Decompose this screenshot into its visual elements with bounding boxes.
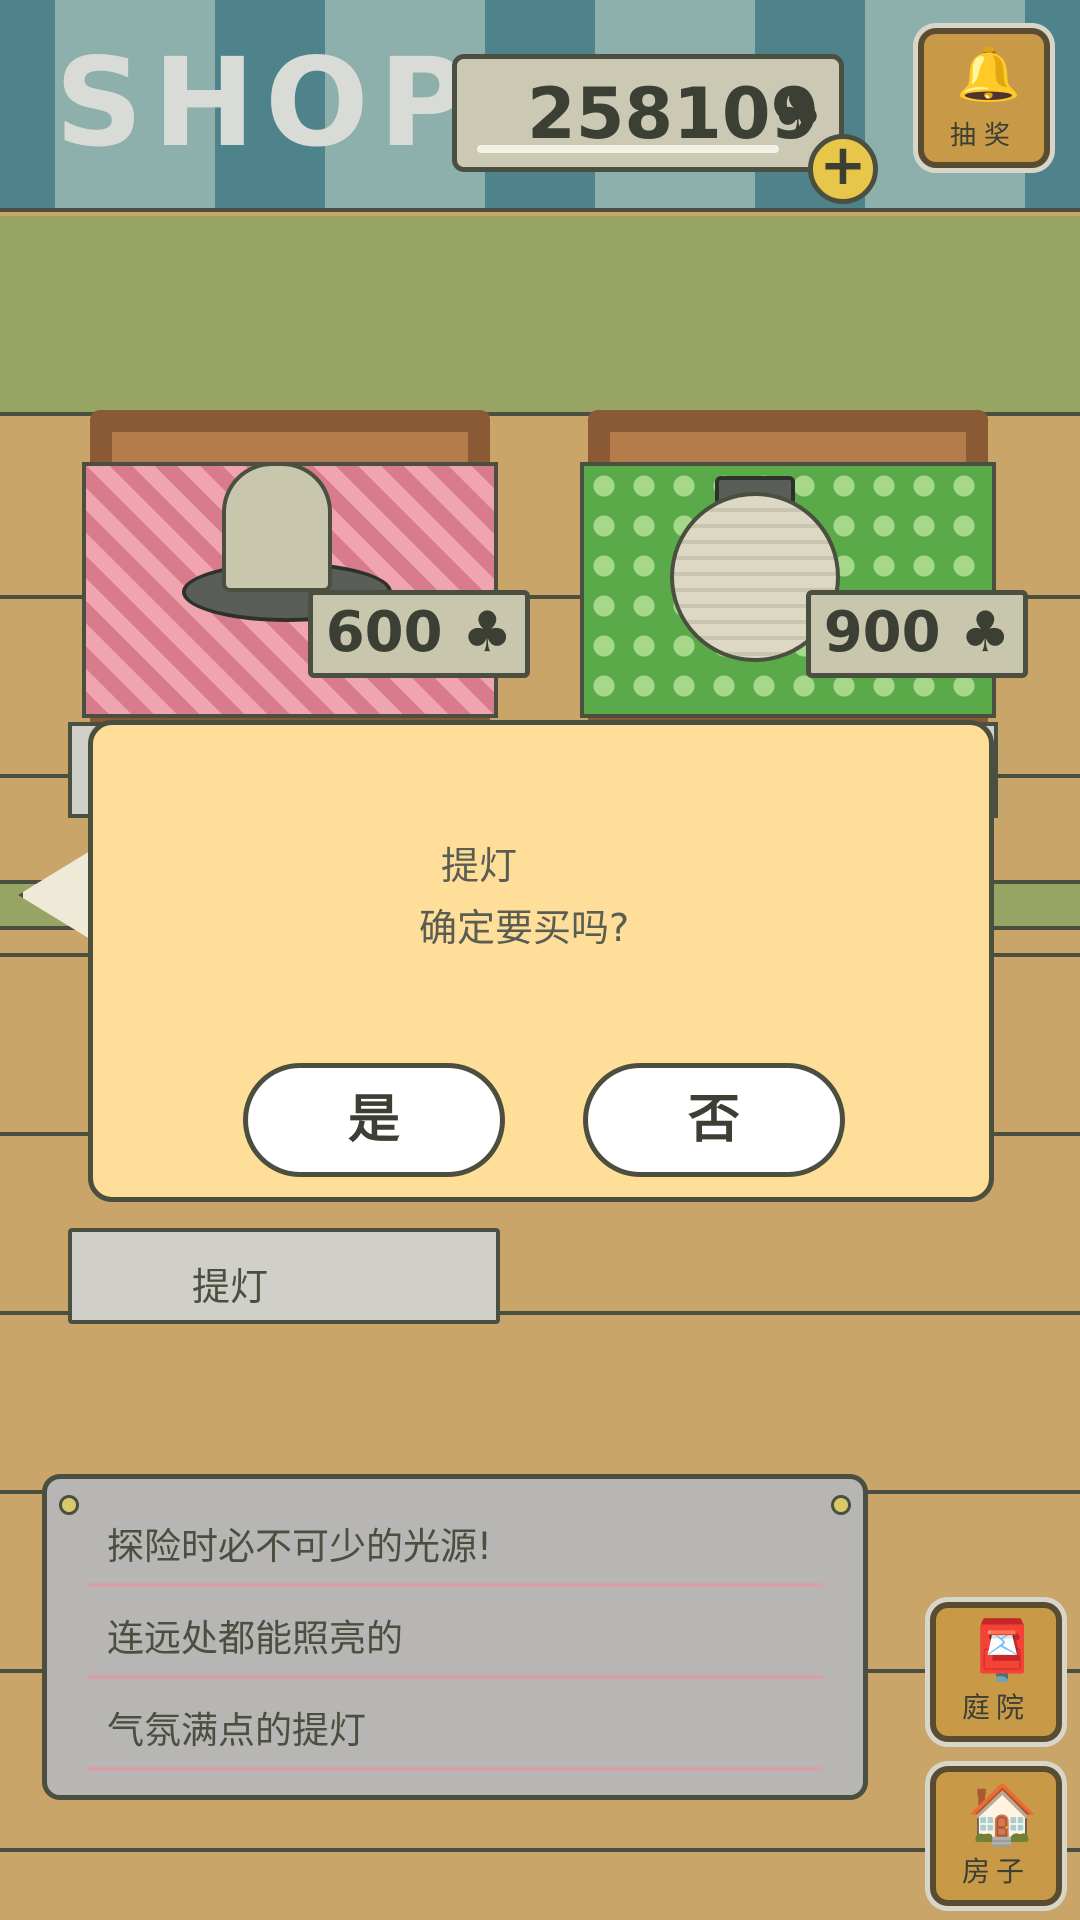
mailbox-icon: 📮 <box>966 1616 1039 1684</box>
house-label: 房子 <box>961 1855 1030 1888</box>
pin-icon <box>831 1495 851 1515</box>
garden-button[interactable]: 📮 庭院 <box>930 1602 1062 1742</box>
description-line: 气氛满点的提灯 <box>87 1683 823 1771</box>
shop-item-candle[interactable] <box>82 410 498 730</box>
description-line: 探险时必不可少的光源! <box>87 1499 823 1587</box>
clover-icon: ♣ <box>442 600 513 665</box>
selected-item-label: 提灯 <box>68 1228 500 1324</box>
clover-icon: ♣ <box>940 600 1011 665</box>
lottery-label: 抽奖 <box>949 121 1018 151</box>
clover-icon: ♣ <box>772 79 823 144</box>
no-button[interactable]: 否 <box>583 1063 845 1177</box>
description-line: 连远处都能照亮的 <box>87 1591 823 1679</box>
description-board: 探险时必不可少的光源! 连远处都能照亮的 气氛满点的提灯 <box>42 1474 868 1800</box>
price-lantern: 900 <box>823 600 941 665</box>
coin-counter: 258109 ♣ <box>452 54 844 172</box>
candle-icon <box>222 462 332 592</box>
shop-header: SHOP 258109 ♣ + 🔔 抽奖 <box>0 0 1080 212</box>
item-name-label: 提灯 <box>192 1265 269 1309</box>
price-tag-lantern: 900 ♣ <box>806 590 1028 678</box>
bell-icon: 🔔 <box>956 45 1021 105</box>
purchase-confirm-dialog: 提灯 确定要买吗? 是 否 <box>88 720 994 1202</box>
dialog-item-name: 提灯 <box>441 844 518 888</box>
shop-item-lantern[interactable] <box>580 410 996 730</box>
yes-button[interactable]: 是 <box>243 1063 505 1177</box>
price-candle: 600 <box>325 600 443 665</box>
grass-band <box>0 216 1080 416</box>
lottery-button[interactable]: 🔔 抽奖 <box>918 28 1050 168</box>
house-icon: 🏠 <box>966 1780 1039 1848</box>
pin-icon <box>59 1495 79 1515</box>
coin-underline <box>477 145 779 153</box>
price-tag-candle: 600 ♣ <box>308 590 530 678</box>
shop-title: SHOP <box>55 32 479 174</box>
dialog-question: 确定要买吗? <box>419 906 630 950</box>
add-coins-button[interactable]: + <box>808 134 878 204</box>
garden-label: 庭院 <box>961 1691 1030 1724</box>
house-button[interactable]: 🏠 房子 <box>930 1766 1062 1906</box>
